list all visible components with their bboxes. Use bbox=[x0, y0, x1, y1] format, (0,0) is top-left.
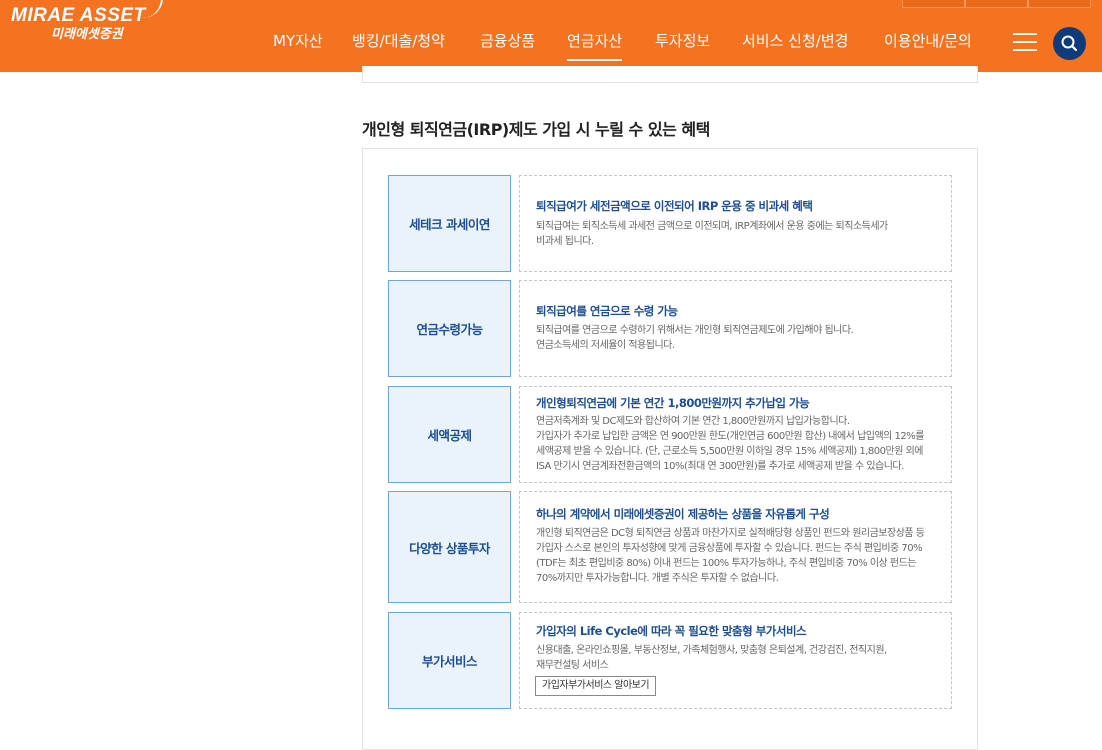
previous-section-box bbox=[362, 66, 978, 83]
nav-my-assets[interactable]: MY자산 bbox=[273, 31, 323, 51]
search-icon bbox=[1061, 35, 1078, 52]
benefit-body: 가입자의 Life Cycle에 따라 꼭 필요한 맞춤형 부가서비스 신용대출… bbox=[519, 612, 952, 709]
benefit-row: 세액공제 개인형퇴직연금에 기본 연간 1,800만원까지 추가납입 가능 연금… bbox=[388, 386, 952, 483]
nav-products[interactable]: 금융상품 bbox=[480, 31, 535, 51]
benefit-label: 다양한 상품투자 bbox=[388, 491, 511, 603]
benefit-body: 퇴직급여를 연금으로 수령 가능 퇴직급여를 연금으로 수령하기 위해서는 개인… bbox=[519, 280, 952, 377]
benefit-body: 하나의 계약에서 미래에셋증권이 제공하는 상품을 자유롭게 구성 개인형 퇴직… bbox=[519, 491, 952, 603]
nav-banking[interactable]: 뱅킹/대출/청약 bbox=[352, 31, 445, 51]
benefit-text-line: 퇴직급여는 퇴직소득세 과세전 금액으로 이전되며, IRP계좌에서 운용 중에… bbox=[536, 221, 888, 232]
benefit-heading: 퇴직급여를 연금으로 수령 가능 bbox=[536, 304, 678, 318]
benefit-row: 다양한 상품투자 하나의 계약에서 미래에셋증권이 제공하는 상품을 자유롭게 … bbox=[388, 491, 952, 603]
benefit-row: 연금수령가능 퇴직급여를 연금으로 수령 가능 퇴직급여를 연금으로 수령하기 … bbox=[388, 280, 952, 377]
benefit-text-line: 재무컨설팅 서비스 bbox=[536, 660, 609, 671]
benefit-body: 퇴직급여가 세전금액으로 이전되어 IRP 운용 중 비과세 혜택 퇴직급여는 … bbox=[519, 175, 952, 272]
nav-help[interactable]: 이용안내/문의 bbox=[884, 31, 972, 51]
benefit-row: 부가서비스 가입자의 Life Cycle에 따라 꼭 필요한 맞춤형 부가서비… bbox=[388, 612, 952, 709]
benefit-text-line: 세액공제 받을 수 있습니다. (단, 근로소득 5,500만원 이하일 경우 … bbox=[536, 446, 924, 457]
benefit-text-line: 연금저축계좌 및 DC제도와 합산하여 기본 연간 1,800만원까지 납입가능… bbox=[536, 416, 850, 427]
benefit-heading: 개인형퇴직연금에 기본 연간 1,800만원까지 추가납입 가능 bbox=[536, 396, 810, 410]
nav-pension[interactable]: 연금자산 bbox=[567, 31, 623, 61]
utility-tab[interactable] bbox=[902, 0, 965, 8]
benefit-text-line: 신용대출, 온라인쇼핑몰, 부동산정보, 가족체험행사, 맞춤형 은퇴설계, 건… bbox=[536, 645, 887, 656]
benefit-text-line: 개인형 퇴직연금은 DC형 퇴직연금 상품과 마찬가지로 실적배당형 상품인 펀… bbox=[536, 528, 925, 539]
benefit-text-line: 퇴직급여를 연금으로 수령하기 위해서는 개인형 퇴직연금제도에 가입해야 됩니… bbox=[536, 325, 854, 336]
logo-swoosh bbox=[137, 0, 163, 18]
benefit-label: 연금수령가능 bbox=[388, 280, 511, 377]
benefit-heading: 퇴직급여가 세전금액으로 이전되어 IRP 운용 중 비과세 혜택 bbox=[536, 199, 813, 213]
subscriber-services-button[interactable]: 가입자부가서비스 알아보기 bbox=[535, 676, 657, 696]
benefit-heading: 가입자의 Life Cycle에 따라 꼭 필요한 맞춤형 부가서비스 bbox=[536, 624, 807, 638]
benefit-text-line: 70%까지만 투자가능합니다. 개별 주식은 투자할 수 없습니다. bbox=[536, 573, 779, 584]
benefit-label: 부가서비스 bbox=[388, 612, 511, 709]
mirae-asset-logo[interactable]: MIRAE ASSET 미래에셋증권 bbox=[11, 0, 163, 42]
logo-main-text: MIRAE ASSET bbox=[11, 5, 146, 26]
benefit-text-line: 가입자가 추가로 납입한 금액은 연 900만원 한도(개인연금 600만원 합… bbox=[536, 431, 924, 442]
benefit-text-line: 연금소득세의 저세율이 적용됩니다. bbox=[536, 340, 675, 351]
benefit-heading: 하나의 계약에서 미래에셋증권이 제공하는 상품을 자유롭게 구성 bbox=[536, 507, 830, 521]
benefit-body: 개인형퇴직연금에 기본 연간 1,800만원까지 추가납입 가능 연금저축계좌 … bbox=[519, 386, 952, 483]
logo-sub-text: 미래에셋증권 bbox=[51, 26, 123, 41]
benefit-label: 세액공제 bbox=[388, 386, 511, 483]
nav-services[interactable]: 서비스 신청/변경 bbox=[742, 31, 848, 51]
search-button[interactable] bbox=[1053, 27, 1086, 60]
section-title: 개인형 퇴직연금(IRP)제도 가입 시 누릴 수 있는 혜택 bbox=[362, 120, 710, 139]
benefit-text-line: 비과세 됩니다. bbox=[536, 236, 594, 247]
utility-tab[interactable] bbox=[965, 0, 1028, 8]
nav-investment-info[interactable]: 투자정보 bbox=[655, 31, 710, 51]
benefit-text-line: 가입자 스스로 본인의 투자성향에 맞게 금융상품에 투자할 수 있습니다. 펀… bbox=[536, 543, 923, 554]
hamburger-menu-icon[interactable] bbox=[1013, 33, 1037, 51]
benefit-row: 세테크 과세이연 퇴직급여가 세전금액으로 이전되어 IRP 운용 중 비과세 … bbox=[388, 175, 952, 272]
benefit-text-line: ISA 만기시 연금계좌전환금액의 10%(최대 연 300만원)를 추가로 세… bbox=[536, 461, 904, 472]
utility-tab[interactable] bbox=[1028, 0, 1091, 8]
benefit-label: 세테크 과세이연 bbox=[388, 175, 511, 272]
benefit-text-line: (TDF는 최초 편입비중 80%) 이내 펀드는 100% 투자가능하나, 주… bbox=[536, 558, 917, 569]
site-header: MIRAE ASSET 미래에셋증권 MY자산 뱅킹/대출/청약 금융상품 연금… bbox=[0, 0, 1102, 72]
